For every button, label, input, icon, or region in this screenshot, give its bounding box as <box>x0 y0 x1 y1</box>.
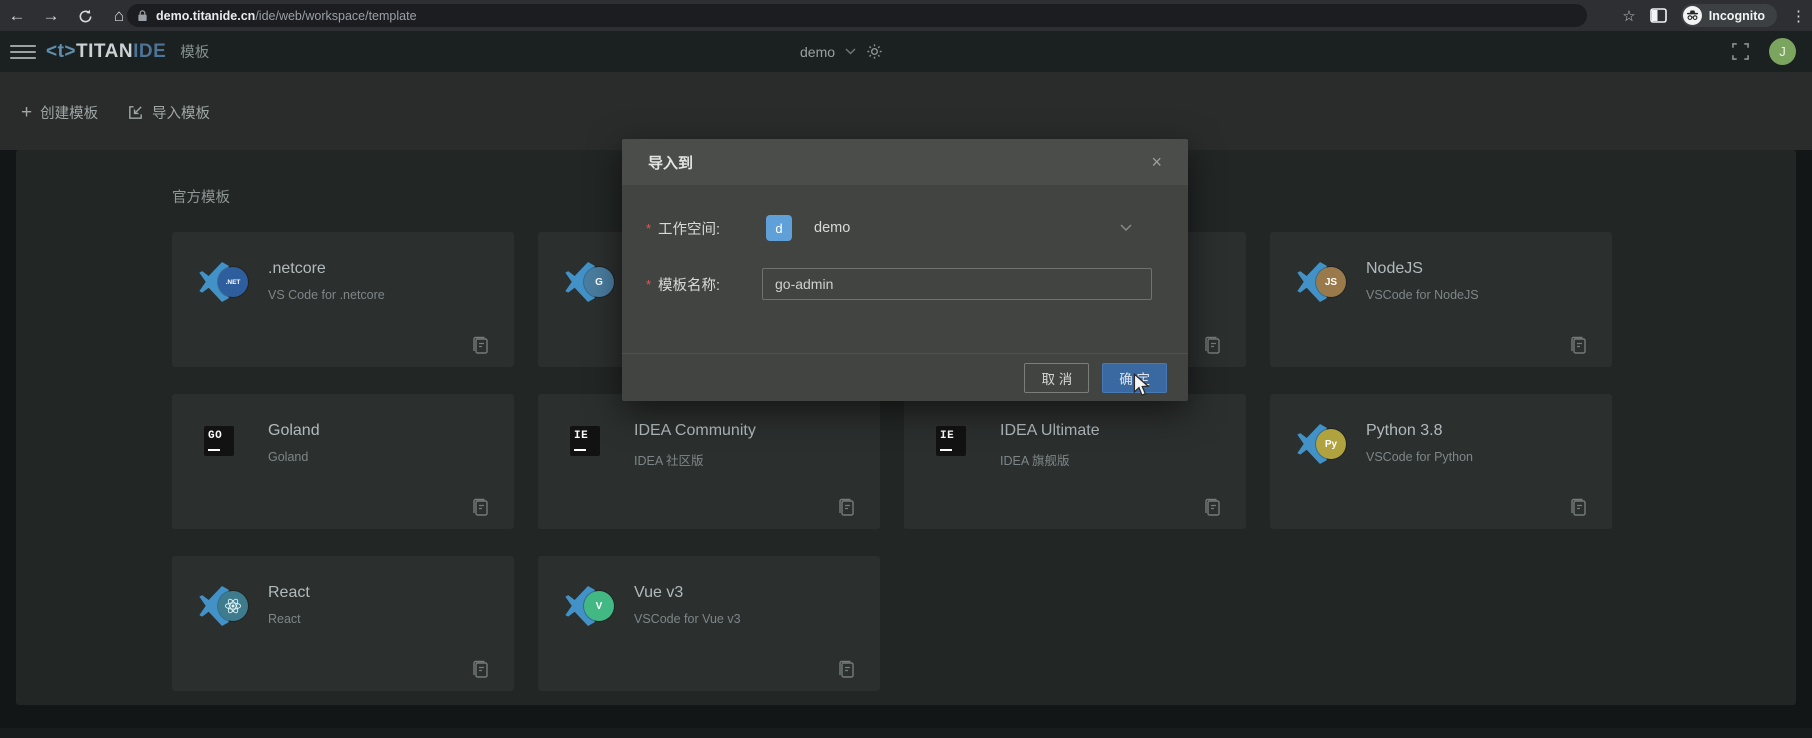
copy-template-icon[interactable] <box>471 658 490 679</box>
copy-template-icon[interactable] <box>1569 496 1588 517</box>
reload-icon[interactable] <box>68 6 102 26</box>
close-icon[interactable]: × <box>1151 152 1162 173</box>
chevron-down-icon[interactable] <box>845 48 856 55</box>
template-card[interactable]: IE IDEA Community IDEA 社区版 <box>538 394 880 529</box>
card-title: Goland <box>268 422 320 440</box>
template-name-label: 模板名称: <box>658 274 754 295</box>
vscode-icon: JS <box>1296 258 1344 306</box>
mouse-cursor <box>1131 373 1153 397</box>
copy-template-icon[interactable] <box>837 496 856 517</box>
app-logo[interactable]: <t>TITANIDE <box>46 41 166 63</box>
copy-template-icon[interactable] <box>471 334 490 355</box>
copy-template-icon[interactable] <box>837 658 856 679</box>
idea-icon: IE <box>930 420 978 468</box>
browser-toolbar: ← → ⌂ demo.titanide.cn/ide/web/workspace… <box>0 0 1812 31</box>
forward-icon[interactable]: → <box>34 6 68 26</box>
card-title: IDEA Community <box>634 422 756 440</box>
copy-template-icon[interactable] <box>1203 496 1222 517</box>
card-subtitle: IDEA 社区版 <box>634 450 703 469</box>
goland-icon: GO <box>198 420 246 468</box>
fullscreen-icon[interactable] <box>1732 43 1749 60</box>
card-title: React <box>268 584 310 602</box>
vscode-icon: Py <box>1296 420 1344 468</box>
avatar[interactable]: J <box>1769 38 1796 65</box>
incognito-badge: Incognito <box>1681 4 1777 27</box>
app-header: <t>TITANIDE 模板 demo J <box>0 31 1812 72</box>
select-chevron-icon[interactable] <box>1120 224 1132 232</box>
template-card[interactable]: IE IDEA Ultimate IDEA 旗舰版 <box>904 394 1246 529</box>
incognito-icon <box>1683 6 1702 25</box>
card-subtitle: VSCode for Python <box>1366 450 1473 464</box>
modal-header: 导入到 × <box>622 139 1188 185</box>
address-bar[interactable]: demo.titanide.cn/ide/web/workspace/templ… <box>127 4 1587 27</box>
card-subtitle: VSCode for NodeJS <box>1366 288 1479 302</box>
card-title: IDEA Ultimate <box>1000 422 1100 440</box>
copy-template-icon[interactable] <box>1569 334 1588 355</box>
workspace-select[interactable]: demo <box>814 220 850 236</box>
vscode-icon: G <box>564 258 612 306</box>
vscode-icon <box>198 582 246 630</box>
required-mark: * <box>646 221 654 236</box>
template-card[interactable]: .NET .netcore VS Code for .netcore <box>172 232 514 367</box>
cancel-button[interactable]: 取 消 <box>1024 363 1089 393</box>
page-footer-strip <box>0 728 1812 738</box>
idea-icon: IE <box>564 420 612 468</box>
copy-template-icon[interactable] <box>1203 334 1222 355</box>
import-template-button[interactable]: 导入模板 <box>127 102 210 123</box>
workspace-badge: d <box>766 215 792 241</box>
menu-icon[interactable] <box>10 41 36 63</box>
workspace-label: 工作空间: <box>658 218 754 239</box>
template-card[interactable]: GO Goland Goland <box>172 394 514 529</box>
vscode-icon: .NET <box>198 258 246 306</box>
import-icon <box>127 104 144 121</box>
card-title: Vue v3 <box>634 584 683 602</box>
modal-body: * 工作空间: d demo * 模板名称: <box>622 185 1188 353</box>
card-title: .netcore <box>268 260 326 278</box>
gear-icon[interactable] <box>866 43 883 60</box>
required-mark: * <box>646 277 654 292</box>
lock-icon <box>137 9 148 22</box>
browser-menu-icon[interactable]: ⋮ <box>1791 7 1806 25</box>
modal-footer: 取 消 确 定 <box>622 353 1188 401</box>
create-template-button[interactable]: + 创建模板 <box>21 102 98 123</box>
template-name-input[interactable] <box>762 268 1152 300</box>
card-subtitle: Goland <box>268 450 308 464</box>
card-title: NodeJS <box>1366 260 1423 278</box>
plus-icon: + <box>21 106 32 120</box>
vscode-icon: V <box>564 582 612 630</box>
card-subtitle: React <box>268 612 301 626</box>
card-subtitle: VSCode for Vue v3 <box>634 612 741 626</box>
template-card[interactable]: V Vue v3 VSCode for Vue v3 <box>538 556 880 691</box>
template-card[interactable]: JS NodeJS VSCode for NodeJS <box>1270 232 1612 367</box>
card-subtitle: IDEA 旗舰版 <box>1000 450 1069 469</box>
template-card[interactable]: React React <box>172 556 514 691</box>
workspace-field-row: * 工作空间: d demo <box>646 211 1188 245</box>
side-panel-icon[interactable] <box>1650 8 1667 23</box>
screen: ← → ⌂ demo.titanide.cn/ide/web/workspace… <box>0 0 1812 738</box>
url-text: demo.titanide.cn/ide/web/workspace/templ… <box>156 9 417 23</box>
copy-template-icon[interactable] <box>471 496 490 517</box>
import-modal: 导入到 × * 工作空间: d demo * 模板名称: 取 消 确 定 <box>622 139 1188 401</box>
back-icon[interactable]: ← <box>0 6 34 26</box>
bookmark-star-icon[interactable]: ☆ <box>1622 7 1635 25</box>
page-title: 模板 <box>180 41 209 62</box>
template-card[interactable]: Py Python 3.8 VSCode for Python <box>1270 394 1612 529</box>
workspace-selector[interactable]: demo <box>800 44 835 60</box>
card-title: Python 3.8 <box>1366 422 1443 440</box>
template-name-field-row: * 模板名称: <box>646 267 1188 301</box>
card-subtitle: VS Code for .netcore <box>268 288 385 302</box>
modal-title: 导入到 <box>648 152 693 173</box>
